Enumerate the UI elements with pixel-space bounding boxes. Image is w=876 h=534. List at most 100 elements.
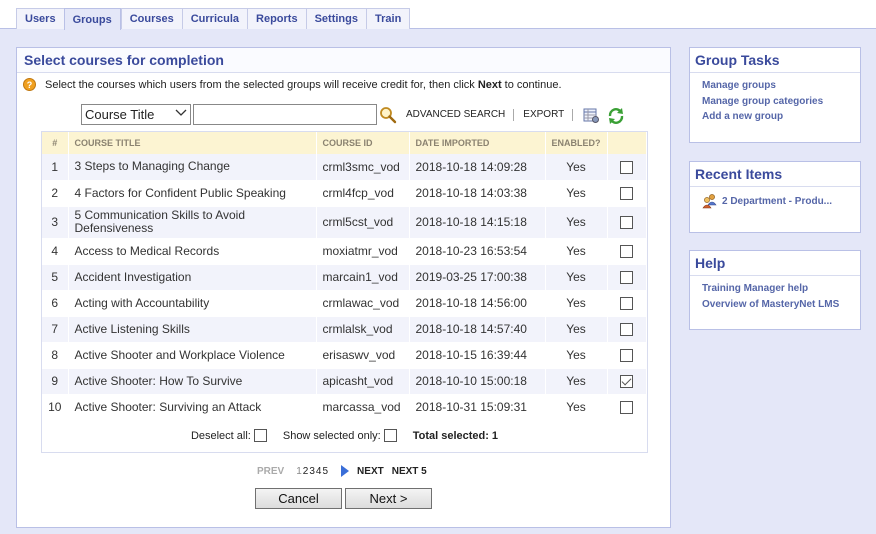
enabled-value: Yes	[545, 238, 608, 265]
enabled-value: Yes	[545, 264, 608, 291]
course-id: marcassa_vod	[316, 394, 410, 421]
tab-curricula[interactable]: Curricula	[181, 8, 248, 29]
search-field-select[interactable]: Course Title	[81, 104, 191, 125]
select-cell	[607, 238, 647, 265]
group-tasks-title: Group Tasks	[690, 48, 860, 73]
row-checkbox[interactable]	[620, 187, 634, 201]
advanced-search-link[interactable]: ADVANCED SEARCH	[406, 109, 505, 120]
page-link-3[interactable]: 3	[309, 466, 315, 477]
recent-item[interactable]: 2 Department - Produ...	[690, 187, 860, 209]
tab-courses[interactable]: Courses	[120, 8, 182, 29]
search-row: Course Title ADVANCED SEARCH EXPORT	[81, 104, 624, 125]
tab-train[interactable]: Train	[366, 8, 411, 29]
row-checkbox[interactable]	[620, 323, 634, 337]
select-cell	[607, 316, 647, 343]
next-button[interactable]: Next >	[345, 488, 432, 509]
table-row: 9 Active Shooter: How To Survive apicash…	[42, 368, 647, 395]
deselect-all-checkbox[interactable]	[253, 429, 267, 442]
course-id: erisaswv_vod	[316, 342, 410, 369]
row-checkbox[interactable]	[620, 245, 634, 259]
enabled-value: Yes	[545, 154, 608, 181]
course-id: moxiatmr_vod	[316, 238, 410, 265]
column-header-date-imported[interactable]: DATE IMPORTED	[409, 132, 546, 154]
select-cell	[607, 264, 647, 291]
show-selected-only-label: Show selected only:	[282, 429, 381, 442]
column-settings-icon[interactable]	[583, 107, 600, 123]
tab-settings[interactable]: Settings	[305, 8, 366, 29]
row-number: 1	[42, 154, 69, 181]
help-title: Help	[690, 251, 860, 276]
row-number: 9	[42, 368, 69, 395]
manage-groups-link[interactable]: Manage groups	[702, 78, 860, 94]
course-title: Active Shooter: Surviving an Attack	[68, 394, 317, 421]
row-checkbox[interactable]	[620, 271, 634, 285]
enabled-value: Yes	[545, 206, 608, 239]
table-footer: Deselect all: Show selected only: Total …	[42, 429, 647, 442]
group-users-icon	[702, 193, 718, 209]
row-number: 2	[42, 180, 69, 207]
table-row: 1 3 Steps to Managing Change crml3smc_vo…	[42, 154, 647, 181]
row-number: 3	[42, 206, 69, 239]
page-link-4[interactable]: 4	[316, 466, 322, 477]
page-link-5[interactable]: 5	[322, 466, 328, 477]
course-title: Access to Medical Records	[68, 238, 317, 265]
tab-reports[interactable]: Reports	[247, 8, 306, 29]
row-number: 5	[42, 264, 69, 291]
course-title: 3 Steps to Managing Change	[68, 154, 317, 181]
help-panel: Help Training Manager help Overview of M…	[689, 250, 861, 330]
row-checkbox[interactable]	[620, 216, 634, 230]
instruction-text: ? Select the courses which users from th…	[23, 78, 562, 91]
table-row: 8 Active Shooter and Workplace Violence …	[42, 342, 647, 369]
row-number: 4	[42, 238, 69, 265]
row-checkbox[interactable]	[620, 160, 634, 174]
page-link-2[interactable]: 2	[303, 466, 309, 477]
page-title: Select courses for completion	[17, 48, 670, 73]
cancel-button[interactable]: Cancel	[255, 488, 342, 509]
enabled-value: Yes	[545, 180, 608, 207]
next-arrow-icon[interactable]	[341, 465, 350, 477]
column-header-course-id[interactable]: COURSE ID	[316, 132, 410, 154]
enabled-value: Yes	[545, 394, 608, 421]
table-row: 5 Accident Investigation marcain1_vod 20…	[42, 264, 647, 291]
page-link-1: 1	[296, 465, 302, 477]
export-link[interactable]: EXPORT	[523, 109, 564, 120]
refresh-icon[interactable]	[607, 107, 624, 124]
overview-masterynet-link[interactable]: Overview of MasteryNet LMS	[702, 297, 860, 313]
course-title: 4 Factors for Confident Public Speaking	[68, 180, 317, 207]
row-checkbox[interactable]	[620, 401, 634, 415]
column-header-enabled[interactable]: ENABLED?	[545, 132, 608, 154]
date-imported: 2018-10-15 16:39:44	[409, 342, 546, 369]
date-imported: 2018-10-18 14:09:28	[409, 154, 546, 181]
column-header-course-title[interactable]: COURSE TITLE	[68, 132, 317, 154]
show-selected-only-checkbox[interactable]	[383, 429, 397, 442]
row-checkbox[interactable]	[620, 349, 634, 363]
row-number: 6	[42, 290, 69, 317]
recent-items-panel: Recent Items 2 Department - Produ...	[689, 161, 861, 233]
table-row: 7 Active Listening Skills crmlalsk_vod 2…	[42, 316, 647, 343]
add-new-group-link[interactable]: Add a new group	[702, 109, 860, 125]
next-5-link[interactable]: NEXT 5	[392, 466, 427, 477]
column-header-number[interactable]: #	[42, 132, 69, 154]
total-selected-value: 1	[491, 429, 499, 442]
tab-users[interactable]: Users	[16, 8, 64, 29]
manage-group-categories-link[interactable]: Manage group categories	[702, 94, 860, 110]
instruction-post: to continue.	[504, 78, 562, 91]
search-input[interactable]	[193, 104, 377, 125]
row-checkbox-checked[interactable]	[620, 375, 634, 389]
course-id: crml5cst_vod	[316, 206, 410, 239]
tab-groups[interactable]: Groups	[63, 8, 121, 30]
date-imported: 2018-10-18 14:56:00	[409, 290, 546, 317]
search-icon[interactable]	[379, 106, 397, 124]
row-checkbox[interactable]	[620, 297, 634, 311]
training-manager-help-link[interactable]: Training Manager help	[702, 281, 860, 297]
next-page-link[interactable]: NEXT	[357, 466, 384, 477]
select-cell	[607, 368, 647, 395]
total-selected-label: Total selected:	[412, 429, 489, 442]
select-cell	[607, 154, 647, 181]
recent-item-label[interactable]: 2 Department - Produ...	[722, 196, 832, 207]
courses-table: # COURSE TITLE COURSE ID DATE IMPORTED E…	[42, 132, 647, 421]
divider	[513, 108, 515, 121]
main-tabs: Users Groups Courses Curricula Reports S…	[16, 8, 411, 30]
enabled-value: Yes	[545, 290, 608, 317]
search-field-selected: Course Title	[85, 107, 155, 122]
